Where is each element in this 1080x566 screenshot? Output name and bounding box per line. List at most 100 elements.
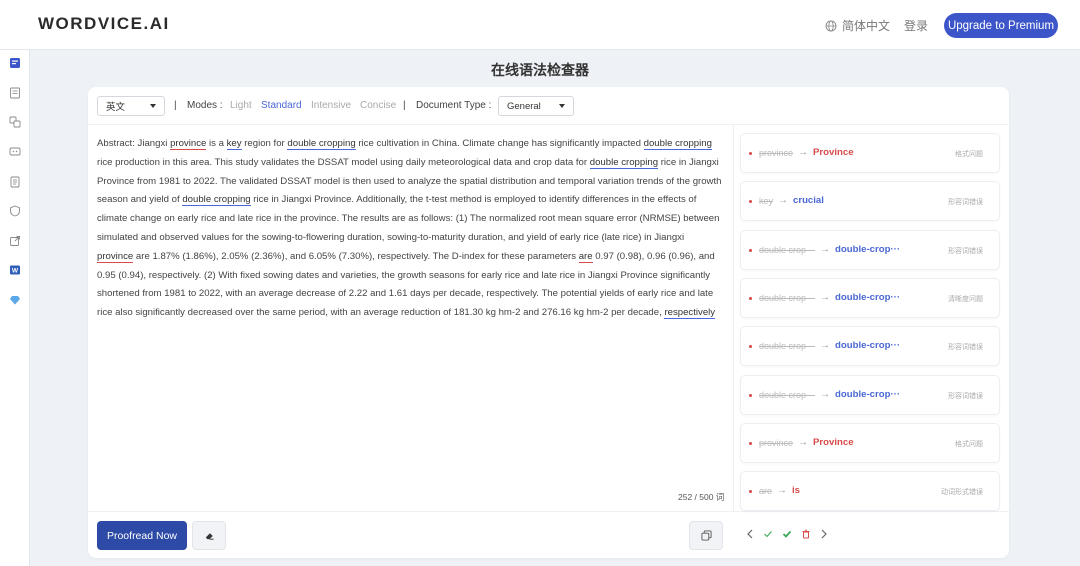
language-label: 简体中文 xyxy=(842,19,891,33)
login-link[interactable]: 登录 xyxy=(904,17,928,34)
original-text: double crop··· xyxy=(759,341,816,352)
bullet-icon xyxy=(749,296,752,300)
arrow-right-icon: → xyxy=(820,340,830,352)
editor-text: Abstract: Jiangxi xyxy=(97,138,171,149)
toolbar: 英文 | Modes : Light Standard Intensive Co… xyxy=(88,87,1009,125)
error-category: 形容词错误 xyxy=(948,247,983,255)
suggestion-card[interactable]: double crop··· → double-crop··· 形容词错误 xyxy=(740,229,1000,270)
suggested-text: double-crop··· xyxy=(835,340,901,352)
editor-text: rice cultivation in China. Climate chang… xyxy=(355,138,644,149)
footer-divider xyxy=(88,511,1009,512)
suggestion-card[interactable]: province → Province 格式问题 xyxy=(740,422,1000,463)
original-text: key xyxy=(759,196,774,207)
check-icon xyxy=(764,531,772,538)
original-text: double crop··· xyxy=(759,244,816,255)
logo[interactable]: WORDVICE.AI xyxy=(38,14,170,34)
suggested-text: double-crop··· xyxy=(835,243,901,255)
suggestion-card[interactable]: double crop··· → double-crop··· 清晰度问题 xyxy=(740,277,1000,318)
editor-text: rice production in this area. This study… xyxy=(97,156,590,168)
mode-concise[interactable]: Concise xyxy=(360,100,396,111)
bullet-icon xyxy=(749,152,752,155)
suggested-text: is xyxy=(792,485,801,497)
flagged-phrase[interactable]: double cropping xyxy=(287,138,356,150)
flagged-phrase[interactable]: double cropping xyxy=(182,194,251,207)
delete-suggestion-button[interactable] xyxy=(799,526,813,542)
error-category: 形容词错误 xyxy=(948,392,983,400)
bullet-icon xyxy=(749,441,752,445)
chevron-down-icon xyxy=(559,104,565,108)
mode-intensive[interactable]: Intensive xyxy=(311,100,351,111)
error-category: 格式问题 xyxy=(955,440,983,448)
separator: | xyxy=(174,100,177,111)
eraser-button[interactable] xyxy=(192,521,226,550)
next-suggestion-button[interactable] xyxy=(817,526,831,542)
previous-suggestion-button[interactable] xyxy=(743,526,757,542)
suggestion-card[interactable]: double crop··· → double-crop··· 形容词错误 xyxy=(740,374,1000,415)
document-type-select[interactable]: General xyxy=(498,96,574,116)
word-count: 252 / 500 词 xyxy=(678,492,725,502)
error-category: 形容词错误 xyxy=(948,344,983,352)
arrow-right-icon: → xyxy=(778,195,788,207)
copy-button[interactable] xyxy=(689,521,723,550)
original-text: province xyxy=(759,437,794,448)
document-type-value: General xyxy=(507,100,541,112)
original-text: double crop··· xyxy=(759,389,816,400)
diamond-icon[interactable] xyxy=(9,294,21,306)
arrow-right-icon: → xyxy=(798,147,808,158)
document-type-label: Document Type : xyxy=(416,100,492,111)
notes-icon[interactable] xyxy=(9,176,21,188)
shield-icon[interactable] xyxy=(9,205,21,217)
arrow-right-icon: → xyxy=(820,243,830,255)
accept-all-button[interactable] xyxy=(780,526,794,542)
error-category: 动词形式错误 xyxy=(941,489,983,497)
arrow-right-icon: → xyxy=(820,291,830,303)
arrow-right-icon: → xyxy=(820,388,830,400)
suggested-text: double-crop··· xyxy=(835,388,901,400)
suggestion-card[interactable]: double crop··· → double-crop··· 形容词错误 xyxy=(740,326,1000,367)
arrow-right-icon: → xyxy=(798,436,808,448)
grammar-checker-card: 英文 | Modes : Light Standard Intensive Co… xyxy=(88,87,1009,558)
trash-icon xyxy=(802,529,810,539)
suggested-text: crucial xyxy=(793,195,824,207)
left-rail: W xyxy=(0,50,30,566)
top-bar: WORDVICE.AI 简体中文 登录 Upgrade to Premium xyxy=(0,0,1080,50)
flagged-phrase[interactable]: double cropping xyxy=(643,138,712,150)
chat-icon[interactable] xyxy=(9,146,21,158)
mode-light[interactable]: Light xyxy=(230,100,252,111)
modes-label: Modes : xyxy=(187,100,223,111)
flagged-phrase[interactable]: key xyxy=(226,138,242,150)
double-check-icon xyxy=(782,530,792,538)
chevron-left-icon xyxy=(747,529,753,539)
suggested-text: Province xyxy=(813,436,854,448)
suggestion-card[interactable]: province → Province 格式问题 xyxy=(740,133,1000,173)
original-text: double crop··· xyxy=(759,292,816,303)
suggestion-card[interactable]: key → crucial 形容词错误 xyxy=(740,181,1000,222)
bullet-icon xyxy=(749,393,752,397)
document-icon[interactable] xyxy=(9,87,21,99)
arrow-right-icon: → xyxy=(777,485,787,497)
translate-icon[interactable] xyxy=(9,116,21,128)
word-icon[interactable]: W xyxy=(9,264,21,276)
export-icon[interactable] xyxy=(9,235,21,247)
separator: | xyxy=(403,100,406,111)
flagged-phrase[interactable]: province xyxy=(97,250,134,263)
error-category: 清晰度问题 xyxy=(948,295,983,303)
flagged-phrase[interactable]: double cropping xyxy=(589,156,659,169)
flagged-phrase[interactable]: are xyxy=(578,250,593,263)
panel-divider xyxy=(733,125,734,511)
language-select[interactable]: 英文 xyxy=(97,96,165,116)
error-category: 格式问题 xyxy=(955,151,983,158)
chevron-right-icon xyxy=(821,529,827,539)
bullet-icon xyxy=(749,248,752,252)
original-text: are xyxy=(759,486,773,497)
text-editor[interactable]: Abstract: Jiangxi province is a key regi… xyxy=(97,135,723,323)
flagged-phrase[interactable]: respectively xyxy=(664,307,716,320)
accept-button[interactable] xyxy=(761,526,775,542)
suggestion-card[interactable]: are → is 动词形式错误 xyxy=(740,471,1000,512)
mode-standard[interactable]: Standard xyxy=(261,100,302,111)
editor-text: region for xyxy=(241,138,288,149)
upgrade-button[interactable]: Upgrade to Premium xyxy=(944,13,1058,38)
language-switcher[interactable]: 简体中文 xyxy=(825,17,890,34)
flagged-phrase[interactable]: province xyxy=(170,138,207,150)
proofread-button[interactable]: Proofread Now xyxy=(97,521,187,550)
